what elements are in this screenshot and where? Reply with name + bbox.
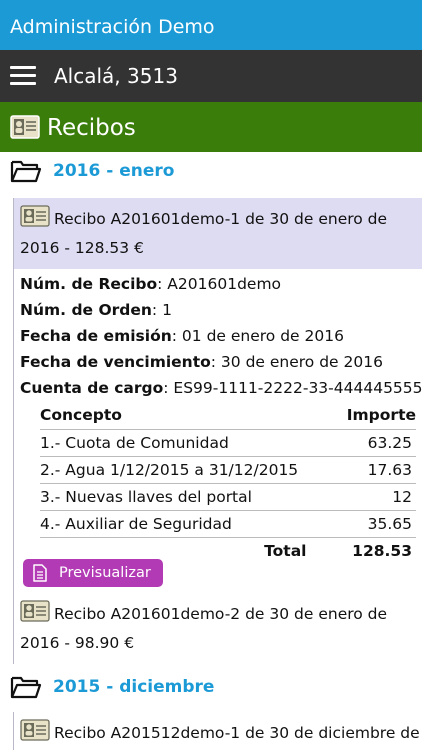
detail-order-number: Núm. de Orden: 1 [20,301,172,319]
receipt-header[interactable]: Recibo A201601demo-1 de 30 de enero de 2… [14,198,422,269]
column-header-concept: Concepto [40,402,337,430]
folder-2016-enero[interactable]: 2016 - enero [0,154,422,188]
amount-cell: 12 [336,483,416,511]
document-icon [32,564,48,592]
receipt-item-3: Recibo A201512demo-1 de 30 de diciembre … [13,712,422,750]
table-header-row: Concepto Importe [40,402,416,430]
section-header: Recibos [0,102,422,152]
folder-icon [10,158,42,188]
amount-cell: 63.25 [336,429,416,457]
app-title: Administración Demo [10,16,215,38]
preview-button[interactable]: Previsualizar [23,559,163,587]
detail-due-date: Fecha de vencimiento: 30 de enero de 201… [20,353,383,371]
folder-2015-diciembre[interactable]: 2015 - diciembre [0,670,422,704]
section-title: Recibos [47,115,136,141]
nav-bar: Alcalá, 3513 [0,50,422,102]
total-value: 128.53 [352,541,412,560]
table-row: 2.- Agua 1/12/2015 a 31/12/2015 17.63 [40,456,416,484]
receipt-header[interactable]: Recibo A201512demo-1 de 30 de diciembre … [14,712,422,750]
table-row: 3.- Nuevas llaves del portal 12 [40,483,416,511]
detail-issue-date: Fecha de emisión: 01 de enero de 2016 [20,327,344,345]
table-row: 1.- Cuota de Comunidad 63.25 [40,429,416,457]
receipt-title: Recibo A201601demo-1 de 30 de enero de 2… [20,210,388,257]
column-header-amount: Importe [336,402,416,430]
preview-label: Previsualizar [59,565,151,581]
receipt-title: Recibo A201601demo-2 de 30 de enero de 2… [20,605,388,652]
receipt-card-icon [20,719,50,749]
concept-cell: 3.- Nuevas llaves del portal [40,483,337,511]
detail-receipt-number: Núm. de Recibo: A201601demo [20,275,282,293]
receipt-details: Núm. de Recibo: A201601demo Núm. de Orde… [14,269,422,401]
app-title-bar: Administración Demo [0,0,422,50]
receipt-card-icon [20,600,50,630]
table-row: 4.- Auxiliar de Seguridad 35.65 [40,510,416,538]
receipt-title: Recibo A201512demo-1 de 30 de diciembre … [54,724,422,742]
receipt-item-2: Recibo A201601demo-2 de 30 de enero de 2… [13,593,422,664]
receipt-card-icon [10,115,40,143]
concept-cell: 4.- Auxiliar de Seguridad [40,510,337,538]
hamburger-icon[interactable] [10,66,36,86]
receipt-card-icon [20,205,50,235]
folder-label[interactable]: 2016 - enero [53,154,174,188]
concept-cell: 2.- Agua 1/12/2015 a 31/12/2015 [40,456,337,484]
community-name: Alcalá, 3513 [54,64,178,88]
folder-icon [10,674,42,704]
folder-label[interactable]: 2015 - diciembre [53,670,214,704]
concepts-table: Concepto Importe 1.- Cuota de Comunidad … [40,402,416,564]
amount-cell: 17.63 [336,456,416,484]
detail-charge-account: Cuenta de cargo: ES99-1111-2222-33-44444… [20,379,422,397]
receipt-header[interactable]: Recibo A201601demo-2 de 30 de enero de 2… [14,593,422,664]
amount-cell: 35.65 [336,510,416,538]
receipt-item-1: Recibo A201601demo-1 de 30 de enero de 2… [13,198,422,593]
concept-cell: 1.- Cuota de Comunidad [40,429,337,457]
